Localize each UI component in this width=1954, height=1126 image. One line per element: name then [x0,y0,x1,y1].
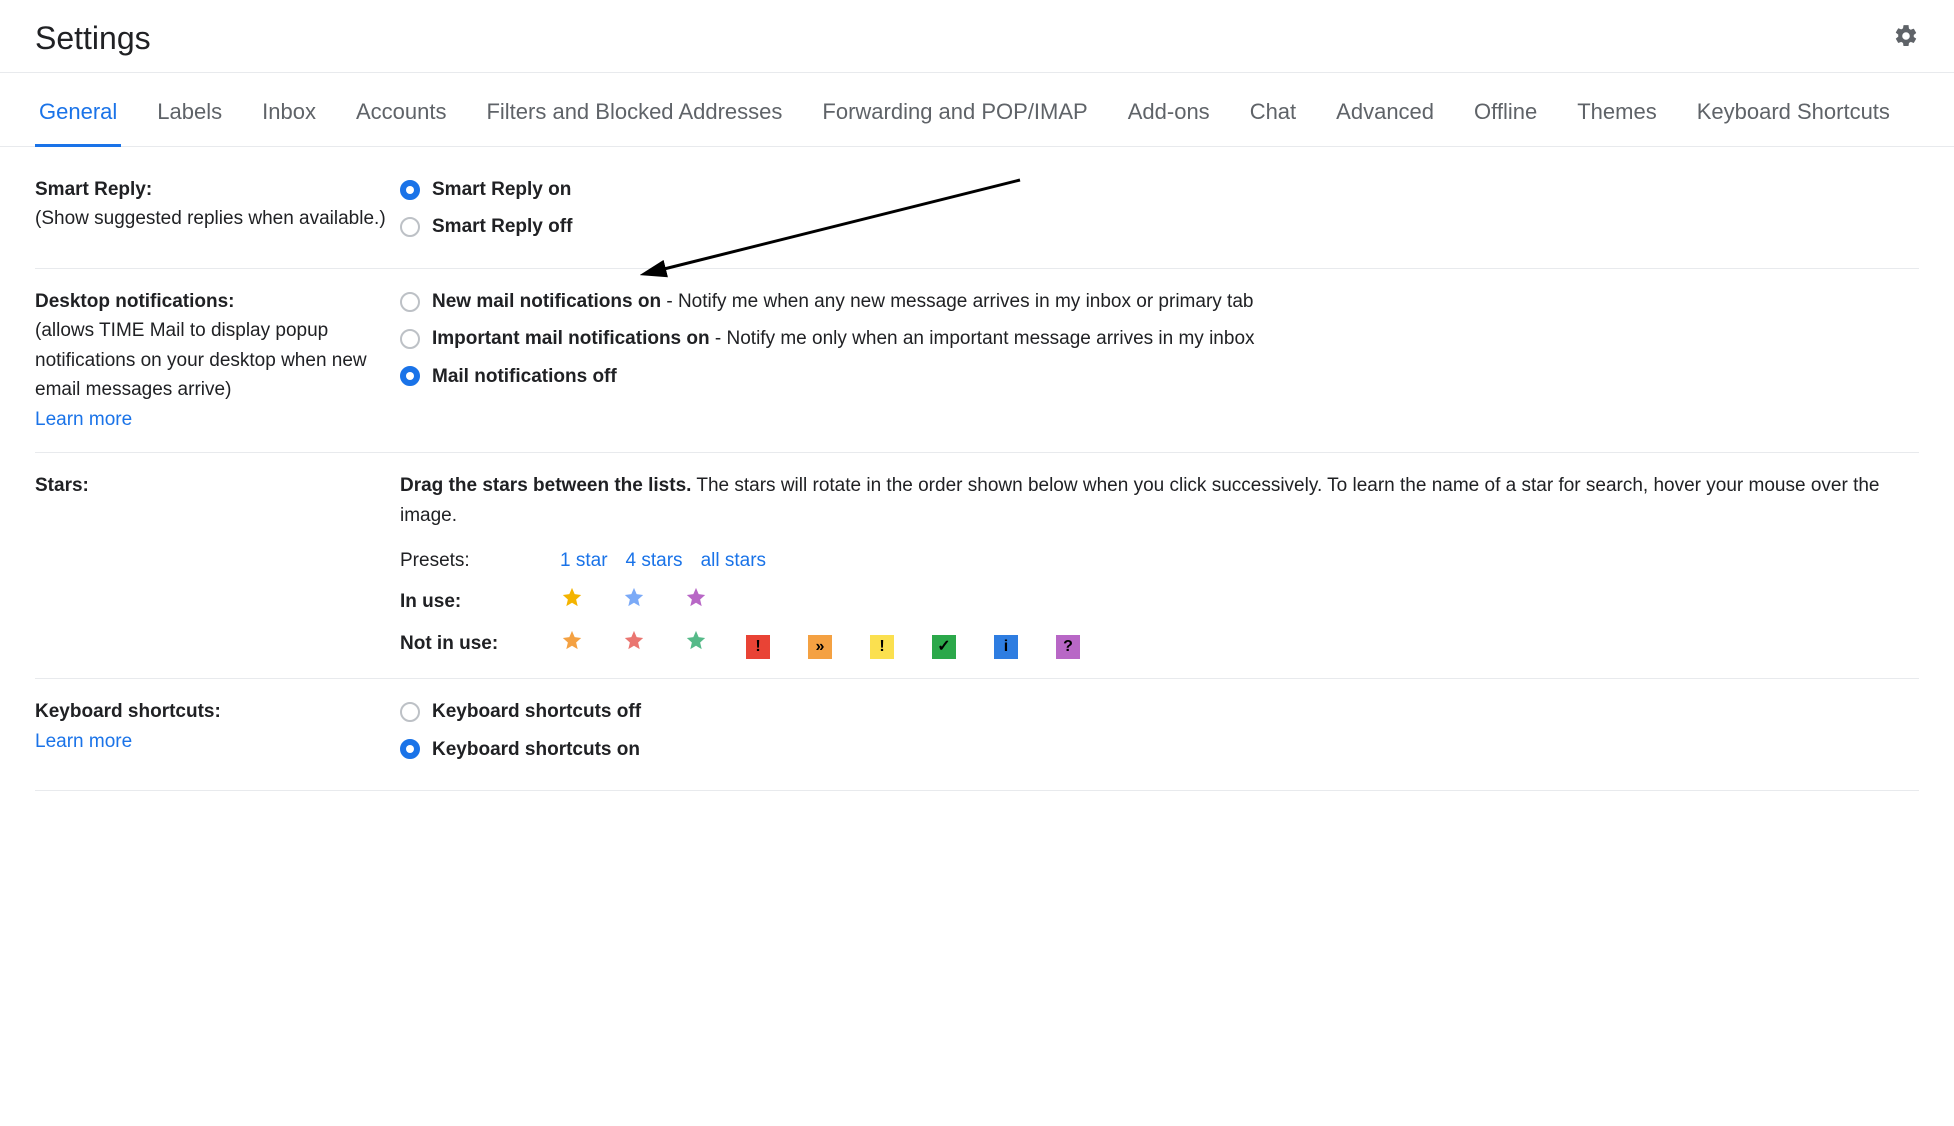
tab-keyboard-shortcuts[interactable]: Keyboard Shortcuts [1693,83,1894,146]
new-mail-on-desc: - Notify me when any new message arrives… [661,291,1253,312]
smart-reply-title: Smart Reply: [35,179,152,200]
tab-labels[interactable]: Labels [153,83,226,146]
presets-label: Presets: [400,546,560,575]
settings-tabs: General Labels Inbox Accounts Filters and Bl… [0,73,1954,147]
section-keyboard-shortcuts: Keyboard shortcuts: Learn more Keyboard … [35,679,1919,791]
section-smart-reply: Smart Reply: (Show suggested replies whe… [35,157,1919,269]
section-stars: Stars: Drag the stars between the lists.… [35,453,1919,679]
orange-guillemet-icon[interactable]: » [808,635,832,659]
kbd-on-label: Keyboard shortcuts on [432,735,640,764]
radio-new-mail-on[interactable] [400,292,420,312]
section-desktop-notifications: Desktop notifications: (allows TIME Mail… [35,269,1919,453]
page-title: Settings [35,20,1893,57]
radio-kbd-off[interactable] [400,702,420,722]
stars-intro-lead: Drag the stars between the lists. [400,475,691,496]
tab-forwarding-and-pop-imap[interactable]: Forwarding and POP/IMAP [818,83,1091,146]
blue-star-icon[interactable] [622,585,646,609]
kbd-off-label: Keyboard shortcuts off [432,697,641,726]
preset-4-stars-link[interactable]: 4 stars [626,546,683,575]
tab-accounts[interactable]: Accounts [352,83,451,146]
smart-reply-on-label: Smart Reply on [432,175,571,204]
tab-inbox[interactable]: Inbox [258,83,320,146]
new-mail-on-label: New mail notifications on [432,291,661,312]
important-mail-on-desc: - Notify me only when an important messa… [710,328,1255,349]
tab-filters-and-blocked-addresses[interactable]: Filters and Blocked Addresses [482,83,786,146]
radio-smart-reply-on[interactable] [400,180,420,200]
header: Settings [0,0,1954,73]
desktop-notif-title: Desktop notifications: [35,291,235,312]
inuse-label: In use: [400,587,560,616]
stars-title: Stars: [35,475,89,496]
red-bang-icon[interactable]: ! [746,635,770,659]
radio-smart-reply-off[interactable] [400,217,420,237]
mail-off-label: Mail notifications off [432,362,617,391]
kbd-title: Keyboard shortcuts: [35,701,221,722]
tab-chat[interactable]: Chat [1246,83,1300,146]
gear-icon[interactable] [1893,23,1919,55]
purple-star-icon[interactable] [684,585,708,609]
kbd-learn-more-link[interactable]: Learn more [35,727,132,756]
green-star-icon[interactable] [684,628,708,652]
radio-mail-off[interactable] [400,366,420,386]
red-star-icon[interactable] [622,628,646,652]
green-check-icon[interactable]: ✓ [932,635,956,659]
orange-star-icon[interactable] [560,628,584,652]
tab-general[interactable]: General [35,83,121,147]
blue-info-icon[interactable]: i [994,635,1018,659]
desktop-notif-desc: (allows TIME Mail to display popup notif… [35,320,367,400]
tab-themes[interactable]: Themes [1573,83,1660,146]
important-mail-on-label: Important mail notifications on [432,328,710,349]
smart-reply-off-label: Smart Reply off [432,212,572,241]
desktop-notif-learn-more-link[interactable]: Learn more [35,405,132,434]
yellow-star-icon[interactable] [560,585,584,609]
radio-kbd-on[interactable] [400,739,420,759]
yellow-bang-icon[interactable]: ! [870,635,894,659]
tab-offline[interactable]: Offline [1470,83,1541,146]
smart-reply-desc: (Show suggested replies when available.) [35,208,386,229]
radio-important-mail-on[interactable] [400,329,420,349]
preset-all-stars-link[interactable]: all stars [701,546,766,575]
notinuse-label: Not in use: [400,629,560,658]
preset-1-star-link[interactable]: 1 star [560,546,608,575]
tab-add-ons[interactable]: Add-ons [1124,83,1214,146]
tab-advanced[interactable]: Advanced [1332,83,1438,146]
purple-question-icon[interactable]: ? [1056,635,1080,659]
